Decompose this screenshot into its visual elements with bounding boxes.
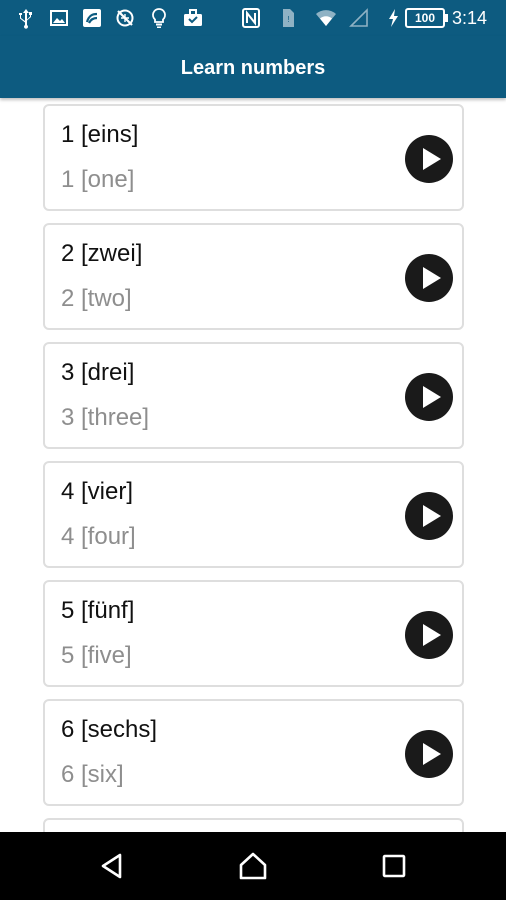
signal-icon [348, 7, 370, 29]
english-translation: 3 [three] [61, 404, 150, 431]
svg-text:!: ! [287, 15, 289, 24]
list-item[interactable]: 6 [sechs] 6 [six] [43, 699, 464, 806]
play-icon [423, 743, 441, 765]
play-icon [423, 624, 441, 646]
sim-icon: ! [277, 7, 299, 29]
english-translation: 4 [four] [61, 523, 136, 550]
back-button[interactable] [95, 848, 131, 884]
no-location-icon [114, 7, 136, 29]
german-text: 1 [eins] [61, 121, 139, 148]
list-item[interactable]: 4 [vier] 4 [four] [43, 461, 464, 568]
app-bar: Learn numbers [0, 36, 506, 98]
english-translation: 1 [one] [61, 166, 135, 193]
recents-button[interactable] [376, 848, 412, 884]
lightbulb-icon [148, 7, 170, 29]
nfc-icon [240, 7, 262, 29]
list-item[interactable]: 5 [fünf] 5 [five] [43, 580, 464, 687]
charging-icon [383, 7, 405, 29]
briefcase-icon [182, 7, 204, 29]
german-text: 3 [drei] [61, 359, 135, 386]
back-icon [101, 853, 122, 879]
navigation-bar [0, 832, 506, 900]
list-item[interactable]: 1 [eins] 1 [one] [43, 104, 464, 211]
recents-icon [382, 854, 406, 878]
play-button[interactable] [405, 730, 453, 778]
play-icon [423, 267, 441, 289]
play-icon [423, 386, 441, 408]
english-translation: 5 [five] [61, 642, 132, 669]
usb-icon [15, 7, 37, 29]
play-button[interactable] [405, 373, 453, 421]
clock: 3:14 [452, 8, 488, 28]
list-item[interactable] [43, 818, 464, 832]
wifi-icon [315, 7, 337, 29]
app-icon [81, 7, 103, 29]
status-bar: ! 100 3:14 [0, 0, 506, 36]
play-icon [423, 148, 441, 170]
home-icon [239, 852, 267, 880]
german-text: 5 [fünf] [61, 597, 135, 624]
battery-level: 100 [405, 8, 448, 28]
english-translation: 6 [six] [61, 761, 124, 788]
list-item[interactable]: 3 [drei] 3 [three] [43, 342, 464, 449]
list-item[interactable]: 2 [zwei] 2 [two] [43, 223, 464, 330]
play-button[interactable] [405, 611, 453, 659]
play-icon [423, 505, 441, 527]
play-button[interactable] [405, 135, 453, 183]
german-text: 2 [zwei] [61, 240, 143, 267]
play-button[interactable] [405, 492, 453, 540]
home-button[interactable] [235, 848, 271, 884]
german-text: 4 [vier] [61, 478, 134, 505]
play-button[interactable] [405, 254, 453, 302]
numbers-list[interactable]: 1 [eins] 1 [one] 2 [zwei] 2 [two] 3 [dre… [0, 98, 506, 832]
page-title: Learn numbers [180, 57, 326, 79]
english-translation: 2 [two] [61, 285, 132, 312]
image-icon [48, 7, 70, 29]
german-text: 6 [sechs] [61, 716, 158, 743]
